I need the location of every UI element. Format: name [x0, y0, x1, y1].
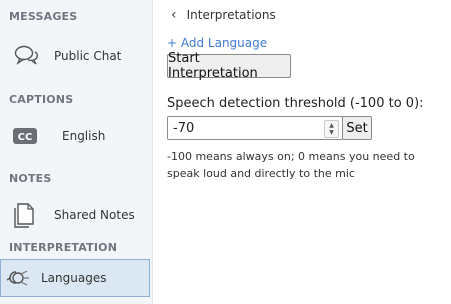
sidebar: MESSAGES Public Chat CAPTIONS CC English… — [0, 0, 153, 304]
section-title-notes: NOTES — [9, 172, 52, 185]
sidebar-item-languages[interactable]: Languages — [0, 259, 150, 297]
sidebar-item-public-chat[interactable]: Public Chat — [0, 37, 150, 75]
set-button[interactable]: Set — [342, 116, 372, 140]
back-button[interactable]: ‹ Interpretations — [171, 6, 276, 24]
threshold-value: -70 — [173, 121, 195, 136]
add-language-link[interactable]: + Add Language — [167, 36, 267, 50]
sidebar-item-label: English — [62, 129, 106, 143]
page-title: Interpretations — [186, 8, 276, 22]
threshold-help-text: -100 means always on; 0 means you need t… — [167, 150, 415, 180]
section-title-interpretation: INTERPRETATION — [9, 241, 118, 254]
closed-captions-icon: CC — [12, 127, 38, 145]
spinner-down-icon[interactable]: ▼ — [329, 129, 334, 136]
svg-text:CC: CC — [18, 132, 33, 143]
chat-bubbles-icon — [14, 44, 40, 68]
sidebar-item-label: Public Chat — [54, 49, 122, 63]
sidebar-item-label: Languages — [41, 271, 107, 285]
threshold-label: Speech detection threshold (-100 to 0): — [167, 96, 424, 111]
notes-icon — [14, 202, 36, 228]
section-title-captions: CAPTIONS — [9, 93, 74, 106]
sidebar-item-shared-notes[interactable]: Shared Notes — [0, 196, 150, 234]
spinner-arrows-icon[interactable]: ▲ ▼ — [324, 120, 339, 138]
interpretation-icon — [7, 268, 31, 290]
sidebar-item-english[interactable]: CC English — [0, 117, 150, 155]
spinner-up-icon[interactable]: ▲ — [329, 122, 334, 129]
start-interpretation-button[interactable]: Start Interpretation — [167, 51, 291, 81]
chevron-left-icon: ‹ — [171, 7, 177, 23]
main-panel: ‹ Interpretations + Add Language Start I… — [153, 0, 451, 304]
threshold-input[interactable]: -70 ▲ ▼ — [167, 116, 343, 140]
section-title-messages: MESSAGES — [9, 10, 78, 23]
sidebar-item-label: Shared Notes — [54, 208, 135, 222]
